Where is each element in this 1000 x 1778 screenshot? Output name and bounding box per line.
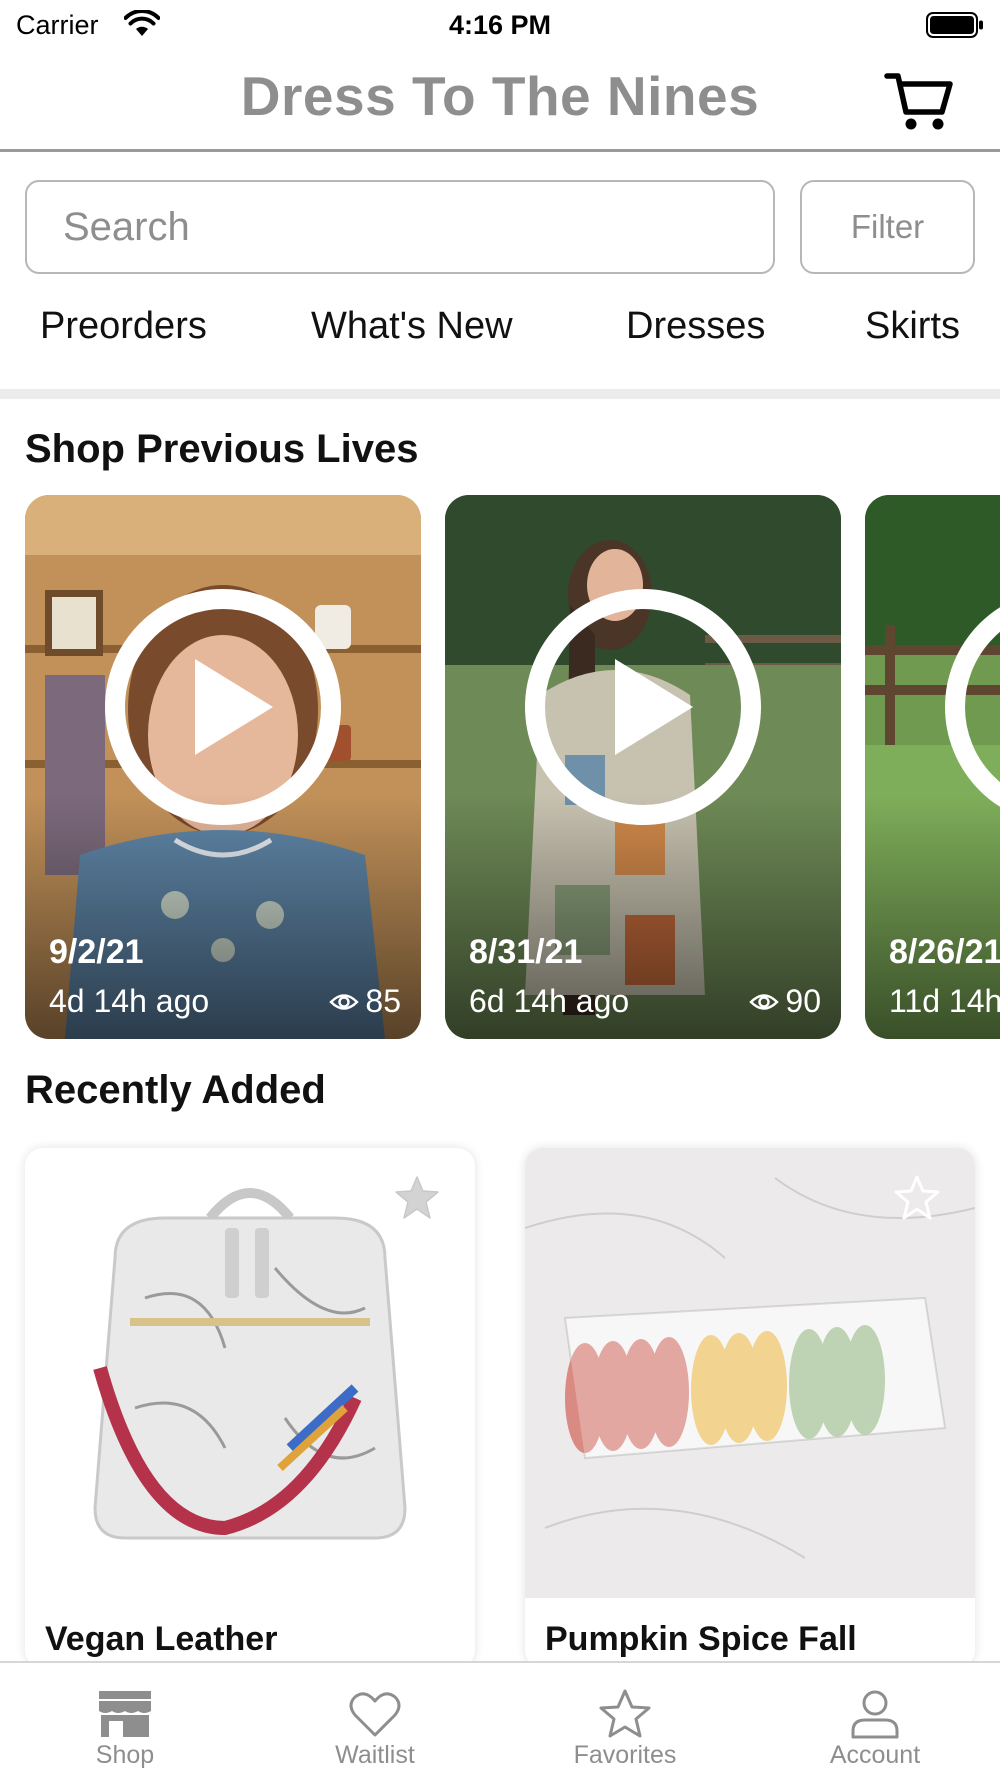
star-icon <box>599 1689 651 1738</box>
live-time-ago: 4d 14h ago <box>49 983 210 1019</box>
lives-carousel[interactable]: 9/2/21 4d 14h ago 85 8/31/21 6d 14h ago … <box>0 495 1000 1040</box>
product-card[interactable]: Pumpkin Spice Fall <box>525 1148 975 1668</box>
live-view-count: 90 <box>749 983 821 1020</box>
store-icon <box>99 1691 151 1737</box>
tab-waitlist[interactable]: Waitlist <box>250 1663 500 1778</box>
eye-icon <box>329 993 360 1010</box>
view-count-value: 90 <box>785 983 821 1019</box>
product-card[interactable]: Vegan Leather <box>25 1148 475 1668</box>
status-bar: Carrier 4:16 PM <box>0 0 1000 50</box>
tab-label: Favorites <box>573 1741 677 1769</box>
live-view-count: 85 <box>329 983 401 1020</box>
section-divider <box>0 389 1000 399</box>
category-whats-new[interactable]: What's New <box>311 305 513 348</box>
live-time-ago: 11d 14h ago <box>889 983 1000 1019</box>
person-icon <box>851 1690 899 1739</box>
live-video-card[interactable]: 8/31/21 6d 14h ago 90 <box>445 495 841 1039</box>
eye-icon <box>749 993 780 1010</box>
live-date: 9/2/21 <box>49 933 144 971</box>
tab-label: Shop <box>95 1741 155 1769</box>
app-screen: Carrier 4:16 PM Dress To The Nines Filte… <box>0 0 1000 1778</box>
category-dresses[interactable]: Dresses <box>626 305 765 348</box>
search-input[interactable] <box>25 180 775 274</box>
category-preorders[interactable]: Preorders <box>40 305 207 348</box>
favorite-star-icon[interactable] <box>393 1174 441 1222</box>
tab-label: Waitlist <box>335 1741 415 1769</box>
live-time-ago: 6d 14h ago <box>469 983 630 1019</box>
live-video-card[interactable]: 9/2/21 4d 14h ago 85 <box>25 495 421 1039</box>
clock-time: 4:16 PM <box>448 10 552 40</box>
heart-icon <box>349 1692 401 1737</box>
product-name: Pumpkin Spice Fall <box>545 1620 857 1658</box>
filter-button[interactable]: Filter <box>800 180 975 274</box>
play-icon[interactable] <box>523 587 763 827</box>
view-count-value: 85 <box>365 983 401 1019</box>
category-bar: Preorders What's New Dresses Skirts <box>0 305 1000 365</box>
battery-icon <box>926 12 983 38</box>
live-date: 8/31/21 <box>469 933 583 971</box>
tab-favorites[interactable]: Favorites <box>500 1663 750 1778</box>
tab-account[interactable]: Account <box>750 1663 1000 1778</box>
live-video-card[interactable]: 8/26/21 11d 14h ago <box>865 495 1000 1039</box>
tab-label: Account <box>829 1741 921 1769</box>
nav-header: Dress To The Nines <box>0 50 1000 152</box>
lives-section-title: Shop Previous Lives <box>25 427 419 471</box>
favorite-star-icon[interactable] <box>893 1174 941 1222</box>
recent-section-title: Recently Added <box>25 1068 326 1112</box>
live-date: 8/26/21 <box>889 933 1000 971</box>
product-name: Vegan Leather <box>45 1620 278 1658</box>
tab-shop[interactable]: Shop <box>0 1663 250 1778</box>
category-skirts[interactable]: Skirts <box>865 305 960 348</box>
bottom-tab-bar: Shop Waitlist Favorites Account <box>0 1661 1000 1778</box>
play-icon[interactable] <box>103 587 343 827</box>
store-title: Dress To The Nines <box>240 65 760 127</box>
cart-icon[interactable] <box>884 68 954 134</box>
play-icon[interactable] <box>943 587 1000 827</box>
